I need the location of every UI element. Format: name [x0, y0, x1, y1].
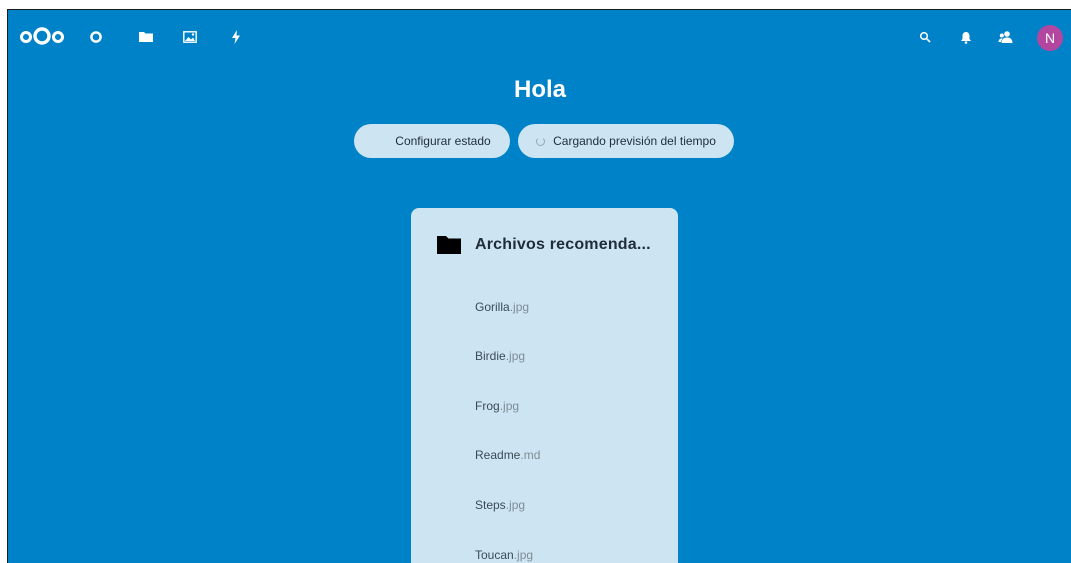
user-avatar[interactable]: N — [1037, 25, 1063, 51]
file-item[interactable]: Steps.jpg — [475, 498, 525, 512]
nav-files[interactable] — [136, 27, 156, 47]
nav-photos[interactable] — [180, 27, 200, 47]
weather-label: Cargando previsión del tiempo — [553, 134, 716, 148]
lightning-icon — [232, 30, 240, 44]
circle-icon — [90, 31, 102, 43]
file-item[interactable]: Birdie.jpg — [475, 349, 525, 363]
dashboard-background: N Hola Configurar estado Cargando previs… — [7, 9, 1071, 563]
nextcloud-logo-icon[interactable] — [19, 25, 65, 47]
nav-activity[interactable] — [226, 27, 246, 47]
weather-button[interactable]: Cargando previsión del tiempo — [518, 124, 734, 158]
folder-icon — [437, 236, 461, 254]
bell-icon — [961, 31, 971, 44]
contacts-button[interactable] — [996, 27, 1016, 47]
top-bar: N — [8, 10, 1071, 60]
search-icon — [919, 31, 931, 43]
widget-title[interactable]: Archivos recomenda... — [475, 236, 651, 254]
avatar-initial: N — [1044, 30, 1056, 46]
nav-dashboard[interactable] — [86, 27, 106, 47]
contacts-icon — [998, 31, 1013, 43]
file-item[interactable]: Toucan.jpg — [475, 548, 533, 562]
notifications-button[interactable] — [956, 27, 976, 47]
image-icon — [183, 31, 197, 43]
file-item[interactable]: Readme.md — [475, 448, 540, 462]
widget-header: Archivos recomenda... — [437, 235, 651, 255]
file-item[interactable]: Gorilla.jpg — [475, 300, 529, 314]
folder-icon — [139, 32, 153, 42]
greeting-title: Hola — [513, 76, 566, 103]
set-status-button[interactable]: Configurar estado — [354, 124, 510, 158]
search-button[interactable] — [915, 27, 935, 47]
file-item[interactable]: Frog.jpg — [475, 399, 519, 413]
recommended-files-widget: Archivos recomenda... Gorilla.jpg Birdie… — [411, 208, 678, 563]
loading-spinner-icon — [536, 136, 546, 146]
set-status-label: Configurar estado — [395, 134, 491, 148]
